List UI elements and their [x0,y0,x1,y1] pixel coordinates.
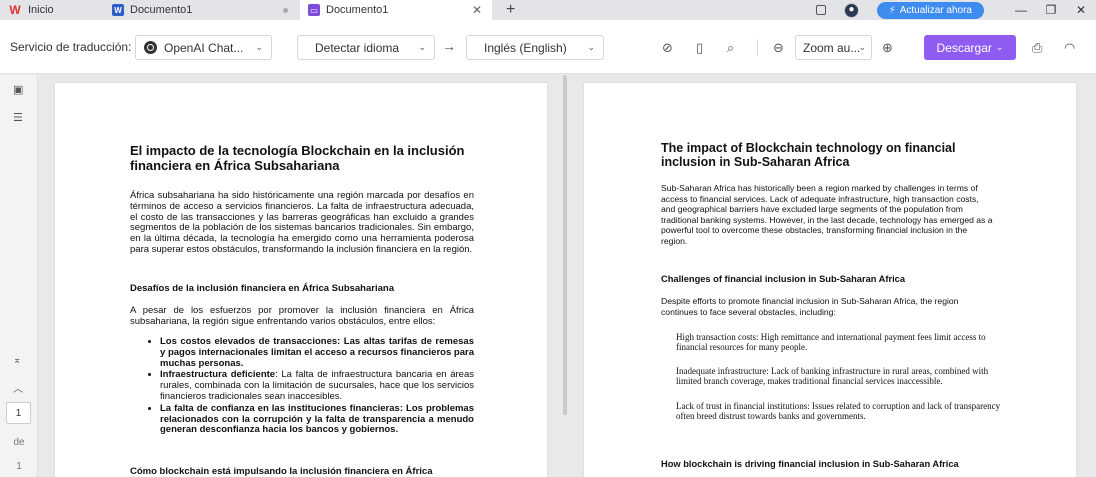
unsaved-dot-icon [283,7,288,13]
download-button[interactable]: Descargar ⌄ [924,35,1016,60]
window-layout-icon[interactable] [815,5,826,15]
first-page-icon[interactable]: ⌅ [13,355,21,366]
chevron-down-icon: ⌄ [418,42,426,52]
zoom-out-icon[interactable]: ⊖ [773,40,784,56]
avatar[interactable] [843,2,859,18]
page-of-label: de [13,437,25,448]
upgrade-label: Actualizar ahora [899,4,972,16]
translated-document-page: The impact of Blockchain technology on f… [584,83,1076,477]
doc-paragraph: Sub-Saharan Africa has historically been… [661,183,993,246]
left-sidebar: ▣ ☰ ⌅ ︿ 1 de 1 [0,75,38,477]
thumbnail-icon[interactable]: ▣ [13,83,23,96]
openai-logo-icon [144,41,157,54]
tab-home[interactable]: W Inicio [0,0,104,20]
arrow-right-icon: → [442,38,456,54]
zoom-select[interactable]: Zoom au... ⌄ [795,35,872,60]
lightning-icon: ⚡ [888,4,896,16]
doc-heading: Desafíos de la inclusión financiera en Á… [130,283,394,294]
document-area: El impacto de la tecnología Blockchain e… [39,75,1096,477]
doc-heading: Cómo blockchain está impulsando la inclu… [130,466,433,477]
doc-bullet-list: Los costos elevados de transacciones: La… [130,336,474,437]
original-document-page: El impacto de la tecnología Blockchain e… [55,83,547,477]
minimize-icon[interactable]: — [1006,3,1036,17]
zoom-in-icon[interactable]: ⊕ [882,40,893,56]
zoom-value: Zoom au... [803,40,861,55]
list-item: Infraestructura deficiente: La falta de … [160,369,474,402]
doc-heading: Challenges of financial inclusion in Sub… [661,274,906,284]
pdf-doc-icon: ▭ [308,4,320,16]
doc-title: The impact of Blockchain technology on f… [661,141,956,169]
source-language-value: Detectar idioma [315,40,400,55]
chevron-down-icon: ⌄ [995,42,1004,52]
close-window-icon[interactable]: ✕ [1066,3,1096,17]
split-divider[interactable] [563,75,567,415]
doc-title: El impacto de la tecnología Blockchain e… [130,143,465,173]
eye-off-icon[interactable]: ⊘ [662,40,673,56]
tab-document-word[interactable]: W Documento1 [104,0,300,20]
target-language-select[interactable]: Inglés (English) ⌄ [466,35,604,60]
list-item: Los costos elevados de transacciones: La… [160,336,474,369]
list-item: La falta de confianza en las institucion… [160,403,474,436]
print-icon[interactable]: ⎙ [1032,40,1042,56]
list-item: Inadequate infrastructure: Lack of banki… [676,366,989,387]
download-label: Descargar [936,40,992,55]
list-item: Lack of trust in financial institutions:… [676,401,1001,422]
new-tab-icon[interactable]: + [506,1,515,19]
tab-label: Documento1 [326,4,389,16]
service-label: Servicio de traducción: [10,39,132,54]
wps-logo-icon: W [9,3,21,17]
translation-toolbar: Servicio de traducción: OpenAI Chat... ⌄… [0,20,1096,74]
tab-label: Documento1 [130,4,193,16]
word-doc-icon: W [112,4,124,16]
chevron-down-icon: ⌄ [858,42,866,52]
document-settings-icon[interactable]: ▯ [696,40,703,56]
outline-icon[interactable]: ☰ [13,111,23,124]
doc-heading: How blockchain is driving financial incl… [661,459,959,469]
tab-document-pdf[interactable]: ▭ Documento1 ✕ [300,0,492,20]
doc-paragraph: África subsahariana ha sido históricamen… [130,190,474,255]
source-language-select[interactable]: Detectar idioma ⌄ [297,35,435,60]
doc-paragraph: A pesar de los esfuerzos por promover la… [130,305,474,327]
chevron-down-icon: ⌄ [255,42,263,52]
restore-icon[interactable]: ❐ [1036,3,1066,17]
list-item: High transaction costs: High remittance … [676,332,986,353]
toolbar-divider [757,39,758,56]
upgrade-button[interactable]: ⚡ Actualizar ahora [876,1,984,19]
service-value: OpenAI Chat... [164,40,244,55]
tab-label: Inicio [28,4,54,16]
previous-page-icon[interactable]: ︿ [13,380,23,395]
doc-paragraph: Despite efforts to promote financial inc… [661,296,959,317]
search-icon[interactable]: ⌕ [727,40,734,56]
page-number-input[interactable]: 1 [6,402,31,424]
close-tab-icon[interactable]: ✕ [472,3,482,17]
chevron-down-icon: ⌄ [587,42,595,52]
headset-icon[interactable]: ◠ [1064,40,1075,56]
target-language-value: Inglés (English) [484,40,567,55]
page-total-label: 1 [16,461,22,472]
window-controls: ⚡ Actualizar ahora — ❐ ✕ [815,0,1096,20]
service-select[interactable]: OpenAI Chat... ⌄ [135,35,272,60]
tab-bar: W Inicio W Documento1 ▭ Documento1 ✕ + ⚡… [0,0,1096,20]
